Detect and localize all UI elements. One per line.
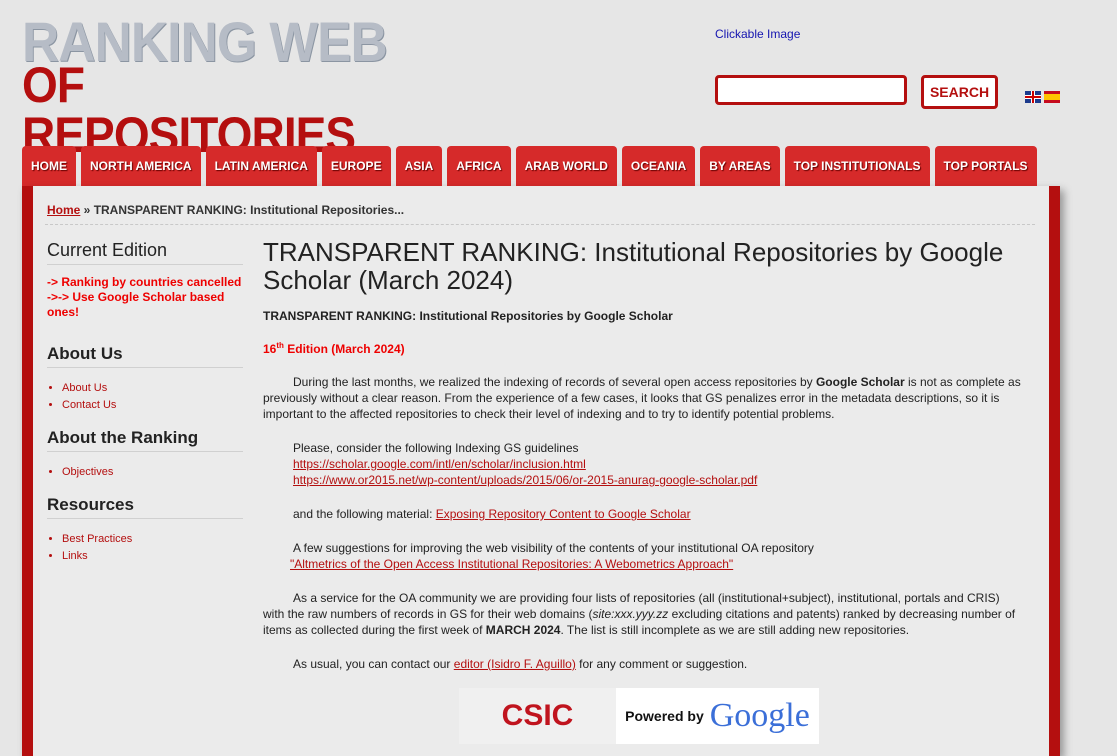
breadcrumb-current: TRANSPARENT RANKING: Institutional Repos…: [93, 203, 405, 217]
partner-logos: CSIC Powered by Google: [459, 688, 819, 744]
nav-home[interactable]: HOME: [22, 146, 76, 186]
sidebar-link-contact-us[interactable]: Contact Us: [62, 397, 243, 414]
main-nav: HOME NORTH AMERICA LATIN AMERICA EUROPE …: [22, 146, 1042, 186]
ranking-note[interactable]: -> Ranking by countries cancelled ->-> U…: [47, 275, 243, 320]
ranking-note-line-1[interactable]: -> Ranking by countries cancelled: [47, 275, 243, 290]
nav-africa[interactable]: AFRICA: [447, 146, 511, 186]
nav-latin-america[interactable]: LATIN AMERICA: [205, 146, 317, 186]
nav-europe[interactable]: EUROPE: [321, 146, 391, 186]
sidebar-heading-current-edition: Current Edition: [47, 240, 243, 265]
site-logo[interactable]: RANKING WEB OF REPOSITORIES: [22, 14, 462, 161]
nav-oceania[interactable]: OCEANIA: [621, 146, 696, 186]
nav-asia[interactable]: ASIA: [395, 146, 443, 186]
divider: [45, 224, 1035, 225]
link-altmetrics[interactable]: "Altmetrics of the Open Access Instituti…: [290, 557, 733, 571]
uk-flag-icon[interactable]: [1025, 91, 1041, 103]
intro-paragraph: During the last months, we realized the …: [263, 375, 1021, 421]
breadcrumb-separator: »: [80, 203, 94, 217]
about-us-list: About Us Contact Us: [47, 380, 243, 414]
search-input[interactable]: [715, 75, 907, 105]
breadcrumb: Home » TRANSPARENT RANKING: Institutiona…: [47, 203, 404, 217]
link-or2015-pdf[interactable]: https://www.or2015.net/wp-content/upload…: [293, 473, 757, 487]
contact-paragraph: As usual, you can contact our editor (Is…: [293, 657, 748, 671]
nav-north-america[interactable]: NORTH AMERICA: [81, 146, 201, 186]
sidebar-heading-about-ranking: About the Ranking: [47, 428, 243, 452]
nav-top-portals[interactable]: TOP PORTALS: [934, 146, 1037, 186]
nav-by-areas[interactable]: BY AREAS: [700, 146, 780, 186]
material-paragraph: and the following material: Exposing Rep…: [293, 507, 691, 521]
nav-top-institutionals[interactable]: TOP INSTITUTIONALS: [784, 146, 930, 186]
powered-by-google-scholar[interactable]: Powered by Google: [616, 688, 819, 744]
suggestions-paragraph: A few suggestions for improving the web …: [263, 540, 1023, 572]
sidebar-link-about-us[interactable]: About Us: [62, 380, 243, 397]
link-editor[interactable]: editor (Isidro F. Aguillo): [454, 657, 576, 671]
guidelines-paragraph: Please, consider the following Indexing …: [263, 440, 1023, 488]
link-exposing-repository[interactable]: Exposing Repository Content to Google Sc…: [436, 507, 691, 521]
nav-arab-world[interactable]: ARAB WORLD: [515, 146, 617, 186]
suggestions-text: A few suggestions for improving the web …: [293, 541, 814, 555]
breadcrumb-home-link[interactable]: Home: [47, 203, 80, 217]
page-subtitle: TRANSPARENT RANKING: Institutional Repos…: [263, 309, 673, 323]
ranking-note-line-2[interactable]: ->-> Use Google Scholar based ones!: [47, 290, 243, 320]
sidebar: Current Edition -> Ranking by countries …: [47, 240, 243, 565]
sidebar-link-objectives[interactable]: Objectives: [62, 464, 243, 481]
edition-label: 16th Edition (March 2024): [263, 341, 405, 356]
clickable-image-label: Clickable Image: [715, 27, 801, 41]
sidebar-heading-about-us: About Us: [47, 344, 243, 368]
sidebar-heading-resources: Resources: [47, 495, 243, 519]
page-title: TRANSPARENT RANKING: Institutional Repos…: [263, 237, 1004, 295]
search-button[interactable]: SEARCH: [921, 75, 998, 109]
link-scholar-inclusion[interactable]: https://scholar.google.com/intl/en/schol…: [293, 457, 586, 471]
resources-list: Best Practices Links: [47, 531, 243, 565]
sidebar-link-links[interactable]: Links: [62, 548, 243, 565]
sidebar-link-best-practices[interactable]: Best Practices: [62, 531, 243, 548]
guidelines-text: Please, consider the following Indexing …: [293, 441, 579, 455]
logo-line-2: OF REPOSITORIES: [22, 57, 356, 163]
main-content: TRANSPARENT RANKING: Institutional Repos…: [263, 238, 1023, 672]
service-paragraph: As a service for the OA community we are…: [263, 591, 1016, 637]
spain-flag-icon[interactable]: [1044, 91, 1060, 103]
csic-logo[interactable]: CSIC: [459, 688, 616, 744]
about-ranking-list: Objectives: [47, 464, 243, 481]
